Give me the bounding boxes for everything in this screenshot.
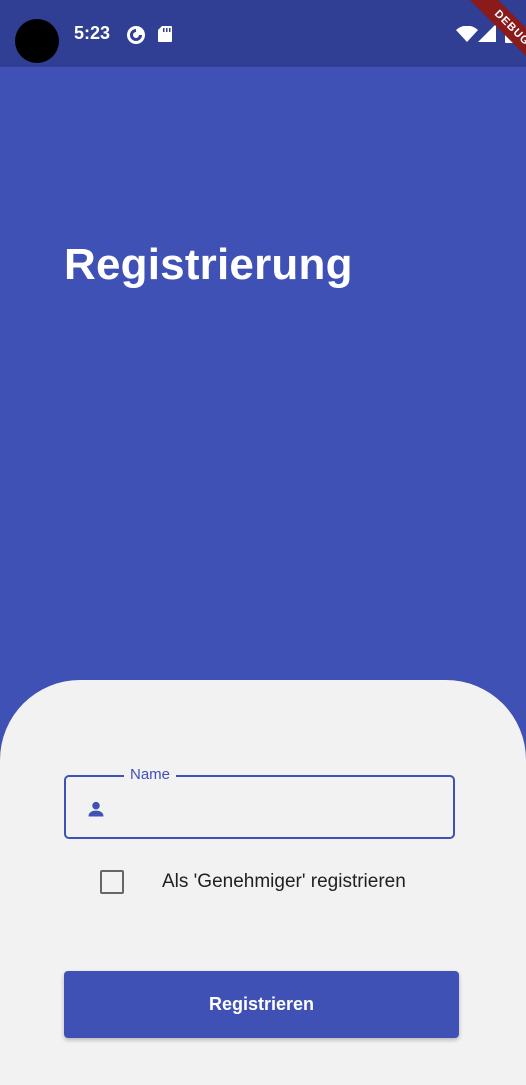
name-field-label: Name — [124, 766, 177, 783]
sd-card-icon — [158, 26, 172, 42]
name-field[interactable]: Name — [64, 766, 455, 839]
pocket-casts-icon — [127, 26, 145, 44]
camera-cutout — [15, 19, 59, 63]
debug-banner: DEBUG — [452, 0, 526, 74]
page-title: Registrierung — [64, 240, 353, 289]
debug-ribbon-label: DEBUG — [462, 0, 526, 74]
status-bar: 5:23 DEBUG — [0, 0, 526, 74]
name-input[interactable] — [120, 787, 444, 829]
approver-checkbox-label: Als 'Genehmiger' registrieren — [162, 871, 406, 892]
person-icon — [88, 801, 104, 817]
status-time: 5:23 — [74, 23, 111, 43]
register-button[interactable]: Registrieren — [64, 971, 459, 1038]
approver-checkbox[interactable] — [100, 870, 124, 894]
